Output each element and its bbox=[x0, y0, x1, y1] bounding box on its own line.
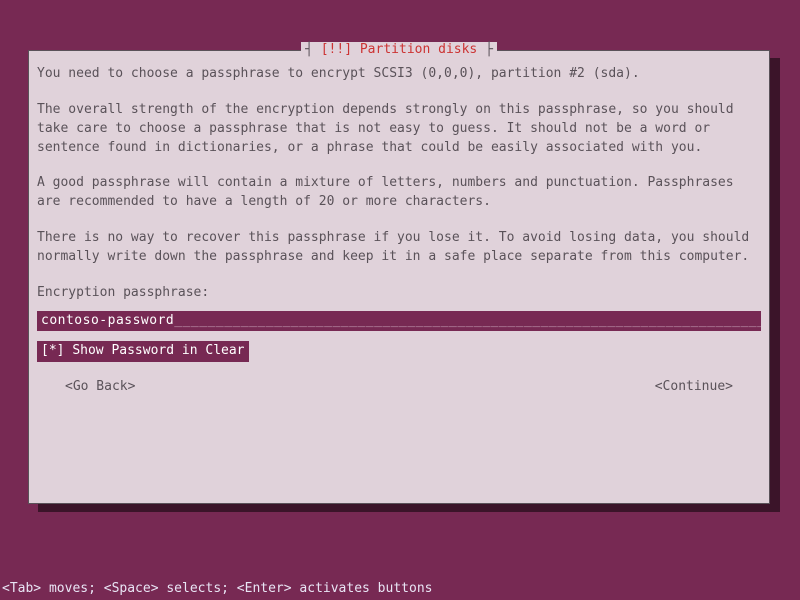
partition-disks-dialog: ┤ [!!] Partition disks ├ You need to cho… bbox=[28, 50, 770, 504]
continue-button[interactable]: <Continue> bbox=[655, 378, 733, 397]
intro-text-3: A good passphrase will contain a mixture… bbox=[37, 174, 761, 212]
intro-text-4: There is no way to recover this passphra… bbox=[37, 229, 761, 267]
passphrase-value: contoso-password bbox=[41, 313, 174, 328]
passphrase-fill: ________________________________________… bbox=[174, 313, 761, 328]
go-back-button[interactable]: <Go Back> bbox=[65, 378, 135, 397]
intro-text-2: The overall strength of the encryption d… bbox=[37, 101, 761, 158]
nav-row: <Go Back> <Continue> bbox=[37, 378, 761, 397]
keybinding-hint: <Tab> moves; <Space> selects; <Enter> ac… bbox=[0, 581, 434, 596]
intro-text-1: You need to choose a passphrase to encry… bbox=[37, 65, 761, 84]
passphrase-prompt-label: Encryption passphrase: bbox=[37, 284, 761, 303]
passphrase-input[interactable]: contoso-password________________________… bbox=[37, 311, 761, 332]
show-password-checkbox: [*] bbox=[41, 343, 64, 358]
show-password-toggle[interactable]: [*] Show Password in Clear bbox=[37, 341, 249, 362]
show-password-label: Show Password in Clear bbox=[72, 343, 244, 358]
dialog-body: You need to choose a passphrase to encry… bbox=[29, 51, 769, 405]
